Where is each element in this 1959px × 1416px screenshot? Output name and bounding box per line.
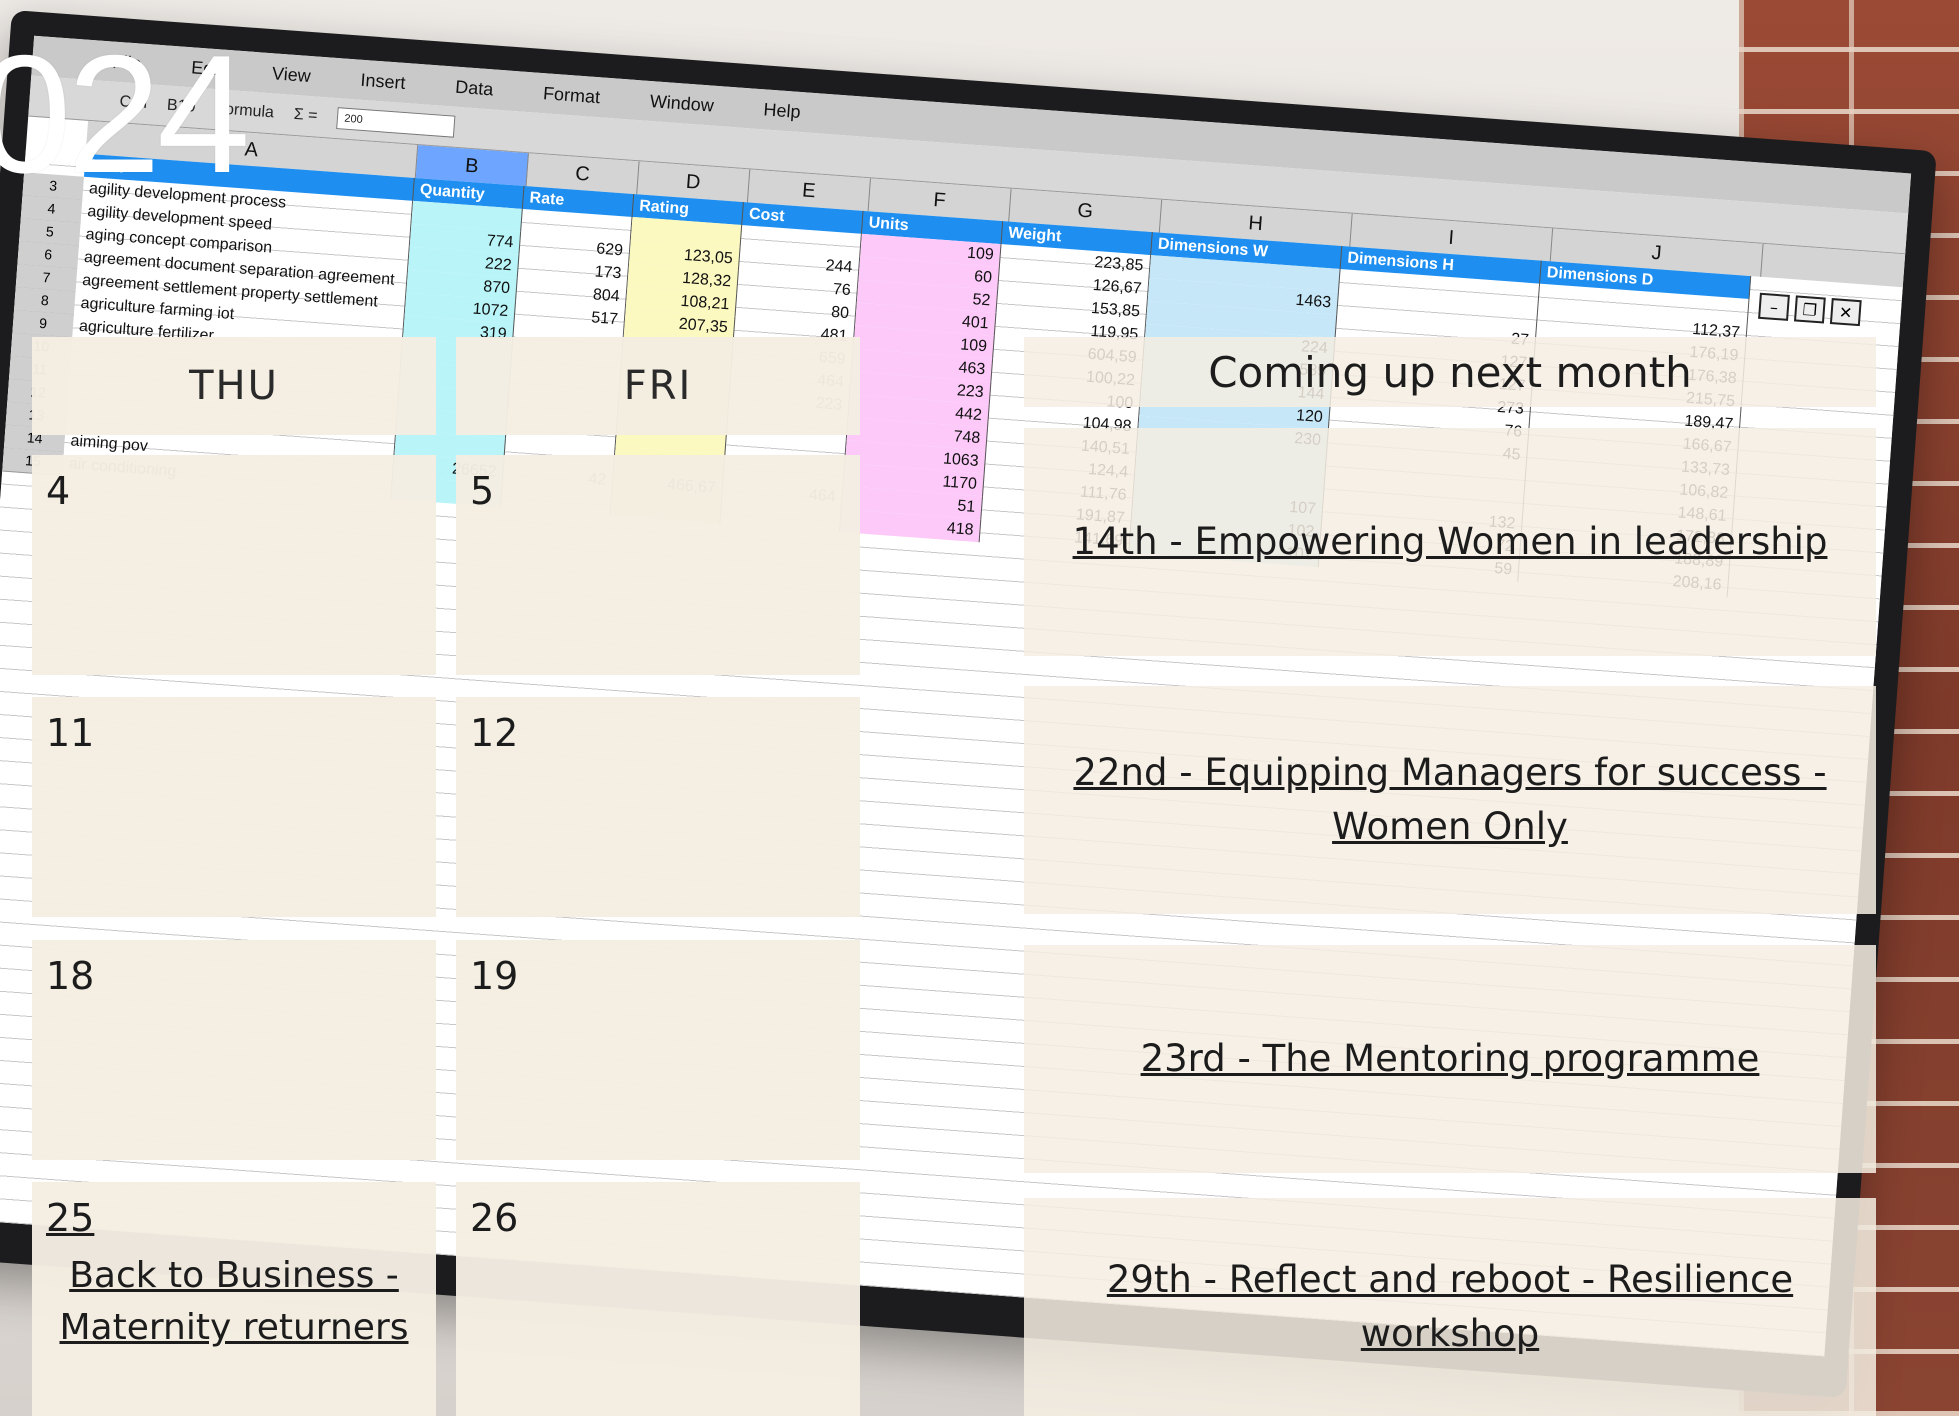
sum-icon[interactable]: Σ = bbox=[293, 106, 318, 126]
menu-window[interactable]: Window bbox=[649, 90, 714, 116]
calendar-day-cell[interactable]: 11 bbox=[32, 697, 436, 917]
upcoming-event-panel[interactable]: 14th - Empowering Women in leadership bbox=[1024, 428, 1876, 656]
calendar-day-cell[interactable]: 19 bbox=[456, 940, 860, 1160]
event-link-back-to-business[interactable]: Back to Business - Maternity returners bbox=[32, 1250, 436, 1354]
day-header-thu: THU bbox=[32, 337, 436, 435]
menu-insert[interactable]: Insert bbox=[360, 69, 406, 93]
upcoming-event-panel[interactable]: 29th - Reflect and reboot - Resilience w… bbox=[1024, 1198, 1876, 1416]
day-number: 18 bbox=[46, 954, 95, 998]
minimize-icon[interactable]: – bbox=[1758, 292, 1790, 321]
upcoming-title: Coming up next month bbox=[1208, 347, 1692, 397]
menu-format[interactable]: Format bbox=[542, 83, 600, 108]
upcoming-title-panel: Coming up next month bbox=[1024, 337, 1876, 407]
day-number: 4 bbox=[46, 469, 71, 513]
menu-data[interactable]: Data bbox=[455, 76, 494, 100]
calendar-day-cell[interactable]: 5 bbox=[456, 455, 860, 675]
day-number: 5 bbox=[470, 469, 495, 513]
upcoming-event-link[interactable]: 29th - Reflect and reboot - Resilience w… bbox=[1024, 1253, 1876, 1361]
formula-input[interactable]: 200 bbox=[336, 107, 456, 138]
year-label: 024 bbox=[0, 20, 250, 208]
calendar-day-cell[interactable]: 18 bbox=[32, 940, 436, 1160]
upcoming-event-link[interactable]: 14th - Empowering Women in leadership bbox=[1057, 515, 1844, 569]
upcoming-event-link[interactable]: 23rd - The Mentoring programme bbox=[1125, 1032, 1776, 1086]
calendar-day-cell[interactable]: 25 Back to Business - Maternity returner… bbox=[32, 1182, 436, 1416]
restore-icon[interactable]: ❐ bbox=[1793, 295, 1826, 324]
menu-view[interactable]: View bbox=[271, 63, 311, 87]
calendar-day-cell[interactable]: 4 bbox=[32, 455, 436, 675]
day-number: 11 bbox=[46, 711, 95, 755]
upcoming-event-panel[interactable]: 22nd - Equipping Managers for success - … bbox=[1024, 686, 1876, 914]
day-header-fri: FRI bbox=[456, 337, 860, 435]
day-number: 12 bbox=[470, 711, 519, 755]
calendar-day-cell[interactable]: 12 bbox=[456, 697, 860, 917]
upcoming-event-panel[interactable]: 23rd - The Mentoring programme bbox=[1024, 945, 1876, 1173]
upcoming-event-link[interactable]: 22nd - Equipping Managers for success - … bbox=[1024, 746, 1876, 854]
calendar-day-cell[interactable]: 26 bbox=[456, 1182, 860, 1416]
day-number: 19 bbox=[470, 954, 519, 998]
close-icon[interactable]: ✕ bbox=[1829, 298, 1862, 327]
day-number[interactable]: 25 bbox=[46, 1196, 94, 1240]
menu-help[interactable]: Help bbox=[763, 99, 801, 123]
day-number: 26 bbox=[470, 1196, 519, 1240]
